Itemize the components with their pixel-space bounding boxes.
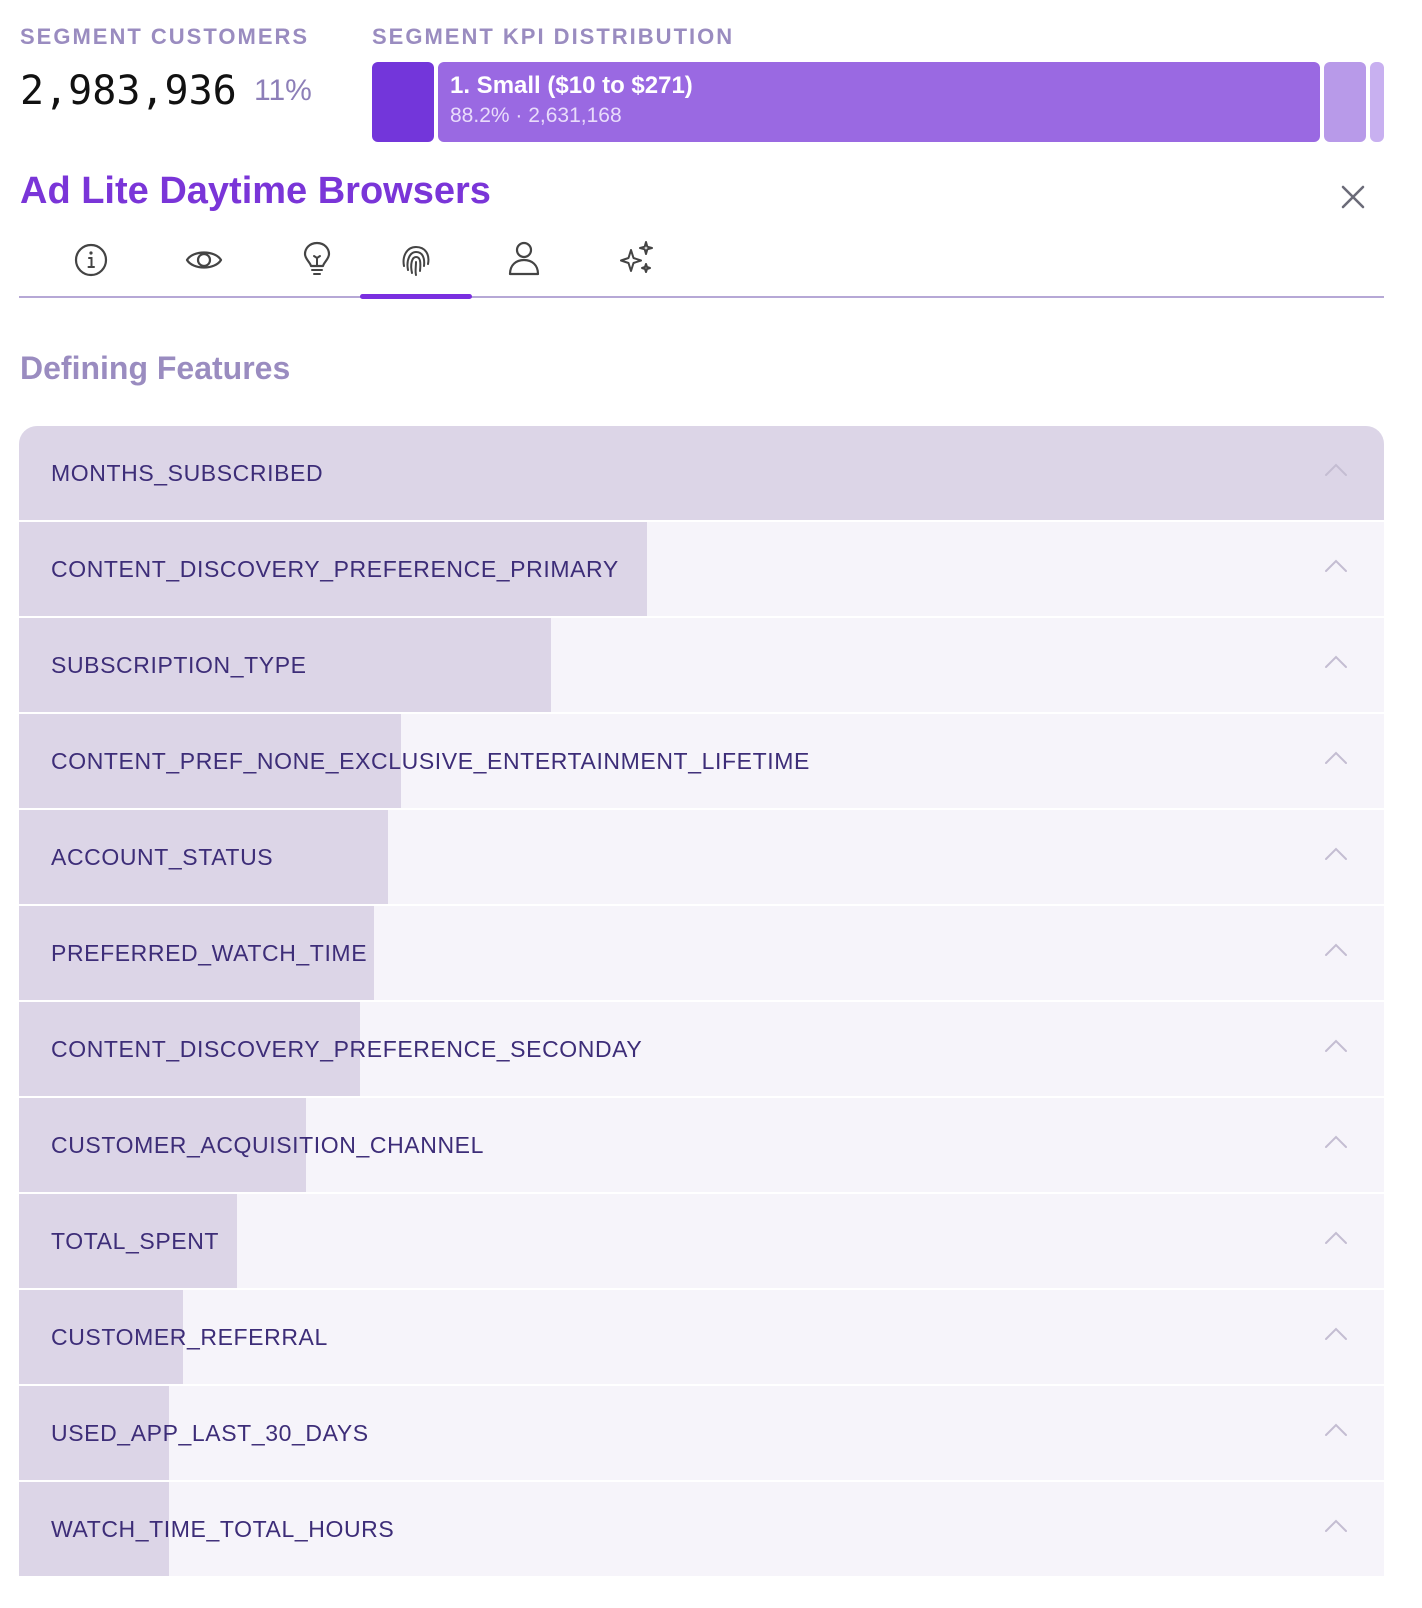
info-icon <box>74 243 108 277</box>
feature-row[interactable]: PREFERRED_WATCH_TIME <box>19 906 1384 1002</box>
feature-row[interactable]: WATCH_TIME_TOTAL_HOURS <box>19 1482 1384 1578</box>
feature-label: TOTAL_SPENT <box>51 1228 220 1254</box>
kpi-distribution-label: SEGMENT KPI DISTRIBUTION <box>372 24 735 49</box>
segment-summary: SEGMENT CUSTOMERS 2,983,936 11% SEGMENT … <box>20 24 1384 144</box>
chevron-up-icon[interactable] <box>1324 462 1348 478</box>
feature-label: ACCOUNT_STATUS <box>51 844 274 870</box>
feature-row[interactable]: CONTENT_DISCOVERY_PREFERENCE_SECONDAY <box>19 1002 1384 1098</box>
chevron-up-icon[interactable] <box>1324 1326 1348 1342</box>
chevron-up-icon[interactable] <box>1324 750 1348 766</box>
feature-label: CONTENT_DISCOVERY_PREFERENCE_PRIMARY <box>51 556 619 582</box>
kpi-segment-title: 1. Small ($10 to $271) <box>450 72 693 99</box>
kpi-segment-stats: 88.2% · 2,631,168 <box>450 104 622 127</box>
feature-label: PREFERRED_WATCH_TIME <box>51 940 368 966</box>
chevron-up-icon[interactable] <box>1324 558 1348 574</box>
chevron-up-icon[interactable] <box>1324 942 1348 958</box>
sparkles-icon <box>620 241 653 273</box>
feature-label: CONTENT_PREF_NONE_EXCLUSIVE_ENTERTAINMEN… <box>51 748 810 774</box>
eye-icon <box>185 251 223 269</box>
feature-label: MONTHS_SUBSCRIBED <box>51 460 324 486</box>
close-icon <box>1341 185 1365 209</box>
feature-label: SUBSCRIPTION_TYPE <box>51 652 307 678</box>
tab-overview[interactable] <box>148 232 260 296</box>
segment-customers-value: 2,983,936 <box>20 68 237 114</box>
tab-ai[interactable] <box>581 232 693 296</box>
defining-features-heading: Defining Features <box>20 350 291 386</box>
chevron-up-icon[interactable] <box>1324 1422 1348 1438</box>
fingerprint-icon <box>402 245 430 276</box>
feature-label: CONTENT_DISCOVERY_PREFERENCE_SECONDAY <box>51 1036 643 1062</box>
lightbulb-icon <box>303 241 331 275</box>
kpi-segment-bar[interactable] <box>372 62 434 142</box>
defining-features-list: MONTHS_SUBSCRIBED CONTENT_DISCOVERY_PREFE… <box>19 426 1384 1578</box>
chevron-up-icon[interactable] <box>1324 1230 1348 1246</box>
feature-label: CUSTOMER_ACQUISITION_CHANNEL <box>51 1132 485 1158</box>
feature-row[interactable]: CUSTOMER_ACQUISITION_CHANNEL <box>19 1098 1384 1194</box>
feature-row[interactable]: USED_APP_LAST_30_DAYS <box>19 1386 1384 1482</box>
tab-defining-features[interactable] <box>360 232 472 299</box>
person-icon <box>508 241 540 276</box>
tab-insights[interactable] <box>261 232 373 296</box>
chevron-up-icon[interactable] <box>1324 1134 1348 1150</box>
chevron-up-icon[interactable] <box>1324 1038 1348 1054</box>
segment-customers: SEGMENT CUSTOMERS 2,983,936 11% <box>20 24 340 114</box>
close-button[interactable] <box>1336 180 1370 214</box>
feature-row[interactable]: MONTHS_SUBSCRIBED <box>19 426 1384 522</box>
chevron-up-icon[interactable] <box>1324 654 1348 670</box>
chevron-up-icon[interactable] <box>1324 846 1348 862</box>
kpi-distribution: SEGMENT KPI DISTRIBUTION 1. Small ($10 t… <box>372 24 1384 144</box>
segment-title: Ad Lite Daytime Browsers <box>20 170 491 212</box>
panel-tabs <box>19 232 1384 299</box>
kpi-distribution-bar: 1. Small ($10 to $271) 88.2% · 2,631,168 <box>372 62 1384 142</box>
tab-persona[interactable] <box>468 232 580 296</box>
kpi-segment-bar[interactable] <box>1324 62 1366 142</box>
kpi-segment-bar[interactable] <box>1370 62 1384 142</box>
chevron-up-icon[interactable] <box>1324 1518 1348 1534</box>
feature-label: CUSTOMER_REFERRAL <box>51 1324 328 1350</box>
feature-row[interactable]: SUBSCRIPTION_TYPE <box>19 618 1384 714</box>
feature-label: USED_APP_LAST_30_DAYS <box>51 1420 369 1446</box>
feature-row[interactable]: CONTENT_PREF_NONE_EXCLUSIVE_ENTERTAINMEN… <box>19 714 1384 810</box>
tab-info[interactable] <box>35 232 147 296</box>
feature-row[interactable]: CUSTOMER_REFERRAL <box>19 1290 1384 1386</box>
kpi-segment-small[interactable]: 1. Small ($10 to $271) 88.2% · 2,631,168 <box>438 62 1320 142</box>
feature-row[interactable]: CONTENT_DISCOVERY_PREFERENCE_PRIMARY <box>19 522 1384 618</box>
feature-row[interactable]: TOTAL_SPENT <box>19 1194 1384 1290</box>
feature-label: WATCH_TIME_TOTAL_HOURS <box>51 1516 395 1542</box>
segment-customers-percent: 11% <box>254 74 312 107</box>
segment-customers-label: SEGMENT CUSTOMERS <box>20 24 310 49</box>
feature-row[interactable]: ACCOUNT_STATUS <box>19 810 1384 906</box>
